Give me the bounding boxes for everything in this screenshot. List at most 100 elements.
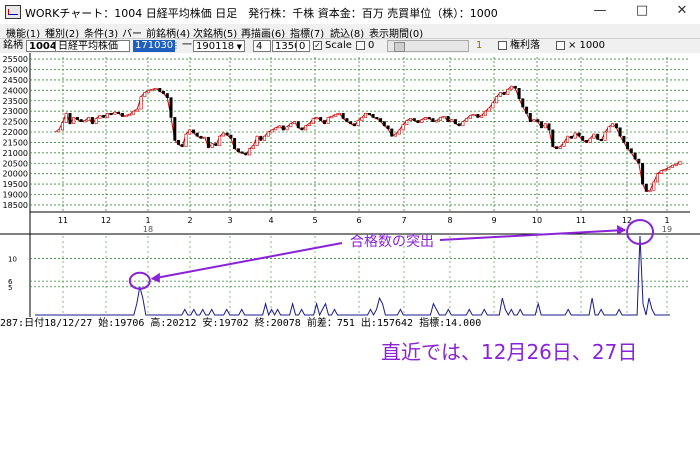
price-candle [300,127,304,131]
price-candle [199,135,203,139]
code-label: 銘柄 [3,40,23,51]
price-candle [266,131,270,137]
indicator-tick-label: 5 [8,284,12,292]
price-candle [337,112,341,116]
offset-input[interactable]: 0 [296,40,310,52]
menu-function[interactable]: 機能(1) [6,25,40,40]
price-candle [334,113,338,117]
menu-indicator[interactable]: 指標(7) [290,25,324,40]
price-candle [259,135,263,141]
price-candle [251,145,255,149]
price-candle [206,136,210,148]
price-candle [674,164,678,167]
menu-bar-type[interactable]: バー [122,25,142,40]
price-candle [135,108,139,112]
menu-condition[interactable]: 条件(3) [84,25,118,40]
price-candle [592,133,596,139]
price-candle [162,91,166,94]
price-candle [307,123,311,127]
price-candle [90,117,94,124]
start-date-input[interactable]: 171030 [133,40,176,52]
spin-icon[interactable]: ⋮ [172,40,180,52]
menu-next-stock[interactable]: 次銘柄(5) [193,25,237,40]
price-candle [379,118,383,122]
price-candle [345,118,349,122]
annotation-label: 合格数の突出 [350,234,434,250]
month-tick-label: 4 [268,216,273,225]
price-candle [408,118,412,121]
price-candle [655,173,659,183]
price-candle [562,142,566,147]
price-candle [117,111,121,115]
price-candle [236,148,240,153]
minimize-icon[interactable]: — [580,0,620,22]
price-candle [633,152,637,160]
price-candle [371,113,375,118]
price-candle [229,134,233,139]
price-candle [349,121,353,124]
year-tick-label: 19 [662,225,672,234]
period-scrollbar[interactable] [387,40,469,52]
price-candle [491,102,495,109]
menu-prev-stock[interactable]: 前銘柄(4) [146,25,190,40]
price-candle [547,123,551,131]
price-candle [147,89,151,93]
price-candle [113,111,117,115]
price-candle [79,119,83,122]
rights-label: 権利落 [510,40,540,51]
app-icon [5,5,21,19]
price-candle [416,120,420,123]
menu-redraw[interactable]: 再描画(6) [241,25,285,40]
thousand-checkbox[interactable] [556,41,565,50]
spin-input[interactable]: 4 [253,40,271,52]
price-candle [611,123,615,128]
scrollbar-thumb[interactable] [394,42,405,52]
price-candle [102,114,106,118]
price-candle [543,123,547,129]
price-candle [382,121,386,127]
price-candle [278,125,282,129]
price-candle [566,135,570,143]
zero-label: 0 [368,40,375,51]
maximize-icon[interactable]: □ [622,0,662,22]
price-candle [637,158,641,164]
price-candle [472,113,476,117]
month-tick-label: 7 [401,216,406,225]
price-candle [390,128,394,137]
price-candle [225,132,229,136]
month-tick-label: 8 [447,216,452,225]
price-candle [397,129,401,135]
stock-name-field: 日経平均株価 [55,40,130,52]
price-candle [188,129,192,135]
menu-type[interactable]: 種別(2) [45,25,79,40]
price-candle [240,151,244,154]
chevron-down-icon[interactable]: ▼ [237,41,242,53]
zero-checkbox[interactable] [356,41,365,50]
price-candle [596,133,600,140]
close-icon[interactable]: ✕ [662,0,700,22]
price-tick-label: 24000 [3,86,28,95]
price-candle [622,135,626,143]
end-date-select[interactable]: 190118 ▼ [193,40,245,52]
month-tick-label: 3 [227,216,232,225]
price-candle [401,124,405,131]
menu-period[interactable]: 表示期間(0) [369,25,423,40]
scale-checkbox[interactable]: ✓ [313,41,322,50]
price-tick-label: 20500 [3,159,28,168]
price-candle [124,114,128,118]
price-candle [468,114,472,119]
rights-checkbox[interactable] [498,41,507,50]
price-candle [132,110,136,115]
price-candle [457,123,461,127]
price-tick-label: 18500 [3,201,28,210]
price-tick-label: 25000 [3,66,28,75]
code-input[interactable]: 1004 [26,40,57,52]
price-candle [577,132,581,137]
price-candle [450,119,454,122]
price-candle [319,117,323,121]
price-candle [558,146,562,149]
price-candle [435,120,439,123]
menu-load[interactable]: 読込(8) [330,25,364,40]
price-candle [525,106,529,114]
width-input[interactable]: 1350 [272,40,300,52]
